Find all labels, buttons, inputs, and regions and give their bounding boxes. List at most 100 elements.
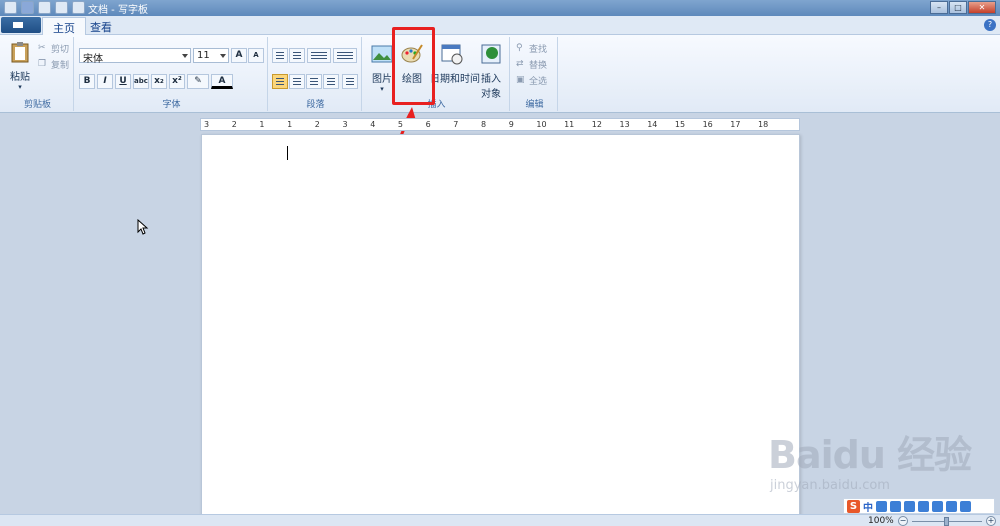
copy-label: 复制 (51, 61, 70, 71)
font-size-select[interactable]: 11 (193, 48, 229, 63)
font-color-button[interactable]: A (211, 74, 233, 89)
copy-button[interactable]: ❐ 复制 (38, 58, 69, 71)
text-caret (287, 146, 288, 160)
ime-toolbar: S 中 (843, 498, 995, 514)
zoom-out-button[interactable]: − (898, 516, 908, 526)
app-icon[interactable] (4, 1, 17, 14)
minimize-button[interactable]: – (930, 1, 948, 14)
chevron-down-icon (220, 54, 226, 58)
ribbon: 粘贴 ▾ ✂ 剪切 ❐ 复制 剪贴板 宋体 11 A A B I U abc x… (0, 35, 1000, 113)
application-menu-button[interactable] (1, 17, 41, 33)
subscript-button[interactable]: x₂ (151, 74, 167, 89)
font-family-select[interactable]: 宋体 (79, 48, 191, 65)
bullet-list-button[interactable] (307, 48, 331, 63)
sogou-logo-icon[interactable]: S (847, 499, 860, 513)
select-all-button[interactable]: ▣ 全选 (516, 74, 547, 87)
ruler-label: 2 (314, 120, 320, 129)
justify-button[interactable] (323, 74, 339, 89)
superscript-button[interactable]: x² (169, 74, 185, 89)
ruler-label: 11 (564, 120, 575, 129)
ruler-label: 17 (730, 120, 741, 129)
redo-icon[interactable] (55, 1, 68, 14)
object-icon (481, 44, 501, 64)
ime-mode-toggle[interactable]: 中 (863, 499, 873, 514)
maximize-button[interactable]: □ (949, 1, 967, 14)
date-time-button[interactable]: 日期和时间 (430, 43, 480, 85)
skin-icon[interactable] (946, 500, 957, 512)
find-button[interactable]: ⚲ 查找 (516, 42, 547, 55)
align-right-button[interactable] (306, 74, 322, 89)
ruler-label: 1 (287, 120, 293, 129)
insert-object-button[interactable]: 插入 对象 (476, 43, 506, 100)
paste-button[interactable]: 粘贴 ▾ (6, 41, 34, 91)
highlight-color-button[interactable]: ✎ (187, 74, 209, 89)
emoji-icon[interactable] (890, 500, 901, 512)
align-center-button[interactable] (289, 74, 305, 89)
decrease-indent-icon (276, 52, 284, 60)
line-spacing-button[interactable] (333, 48, 357, 63)
italic-button[interactable]: I (97, 74, 113, 89)
insert-group-label: 插入 (427, 100, 446, 110)
ruler-label: 3 (342, 120, 348, 129)
binoculars-icon: ⚲ (516, 43, 523, 53)
ruler-label: 15 (674, 120, 686, 129)
font-group-label: 字体 (162, 100, 181, 110)
superscript-icon: x² (172, 76, 182, 86)
shrink-font-button[interactable]: A (248, 48, 264, 63)
undo-icon[interactable] (38, 1, 51, 14)
paragraph-group-label: 段落 (306, 100, 325, 110)
decrease-indent-button[interactable] (272, 48, 288, 63)
status-bar: 100% − + (0, 514, 1000, 526)
select-all-icon: ▣ (516, 75, 525, 85)
editing-group-label: 编辑 (525, 100, 544, 110)
ruler-label: 4 (370, 120, 376, 129)
user-icon[interactable] (932, 500, 943, 512)
punctuation-icon[interactable] (876, 500, 887, 512)
justify-icon (327, 78, 335, 86)
align-center-icon (293, 78, 301, 86)
ruler-label: 1 (259, 120, 265, 129)
cut-button[interactable]: ✂ 剪切 (38, 42, 69, 55)
strikethrough-button[interactable]: abc (133, 74, 149, 89)
keyboard-icon[interactable] (918, 500, 929, 512)
ruler-label: 7 (453, 120, 459, 129)
grow-font-icon: A (235, 50, 243, 60)
ruler-label: 3 (204, 120, 210, 129)
zoom-in-button[interactable]: + (986, 516, 996, 526)
help-icon[interactable]: ? (984, 19, 996, 31)
paragraph-icon (346, 78, 354, 86)
horizontal-ruler[interactable]: 3 2 1 1 2 3 4 5 6 7 8 9 10 11 12 13 14 15 16 17 18 (200, 118, 800, 131)
editing-group: ⚲ 查找 ⇄ 替换 ▣ 全选 编辑 (512, 37, 558, 111)
tab-view[interactable]: 查看 (80, 17, 122, 36)
select-all-label: 全选 (529, 77, 548, 87)
ruler-label: 13 (619, 120, 630, 129)
clipboard-icon (11, 42, 29, 63)
chevron-down-icon (182, 54, 188, 58)
ruler-label: 18 (758, 120, 769, 129)
close-button[interactable]: ✕ (968, 1, 996, 14)
zoom-level: 100% (868, 516, 894, 526)
underline-button[interactable]: U (115, 74, 131, 89)
wrench-icon[interactable] (960, 500, 971, 512)
clipboard-group: 粘贴 ▾ ✂ 剪切 ❐ 复制 剪贴板 (2, 37, 74, 111)
microphone-icon[interactable] (904, 500, 915, 512)
subscript-icon: x₂ (154, 76, 164, 86)
paragraph-settings-button[interactable] (342, 74, 358, 89)
document-page[interactable] (201, 134, 800, 526)
ruler-label: 14 (647, 120, 658, 129)
replace-button[interactable]: ⇄ 替换 (516, 58, 547, 71)
bold-button[interactable]: B (79, 74, 95, 89)
clipboard-group-label: 剪贴板 (23, 100, 51, 110)
save-icon[interactable] (21, 1, 34, 14)
window-controls: – □ ✕ (930, 1, 996, 14)
align-left-button[interactable] (272, 74, 288, 89)
increase-indent-icon (293, 52, 301, 60)
increase-indent-button[interactable] (289, 48, 305, 63)
ruler-label: 10 (536, 120, 547, 129)
font-family-value: 宋体 (83, 54, 103, 65)
window-title: 文档 - 写字板 (88, 5, 148, 16)
grow-font-button[interactable]: A (231, 48, 247, 63)
zoom-slider-thumb[interactable] (944, 517, 949, 526)
customize-toolbar-icon[interactable] (72, 1, 85, 14)
ruler-label: 12 (591, 120, 602, 129)
